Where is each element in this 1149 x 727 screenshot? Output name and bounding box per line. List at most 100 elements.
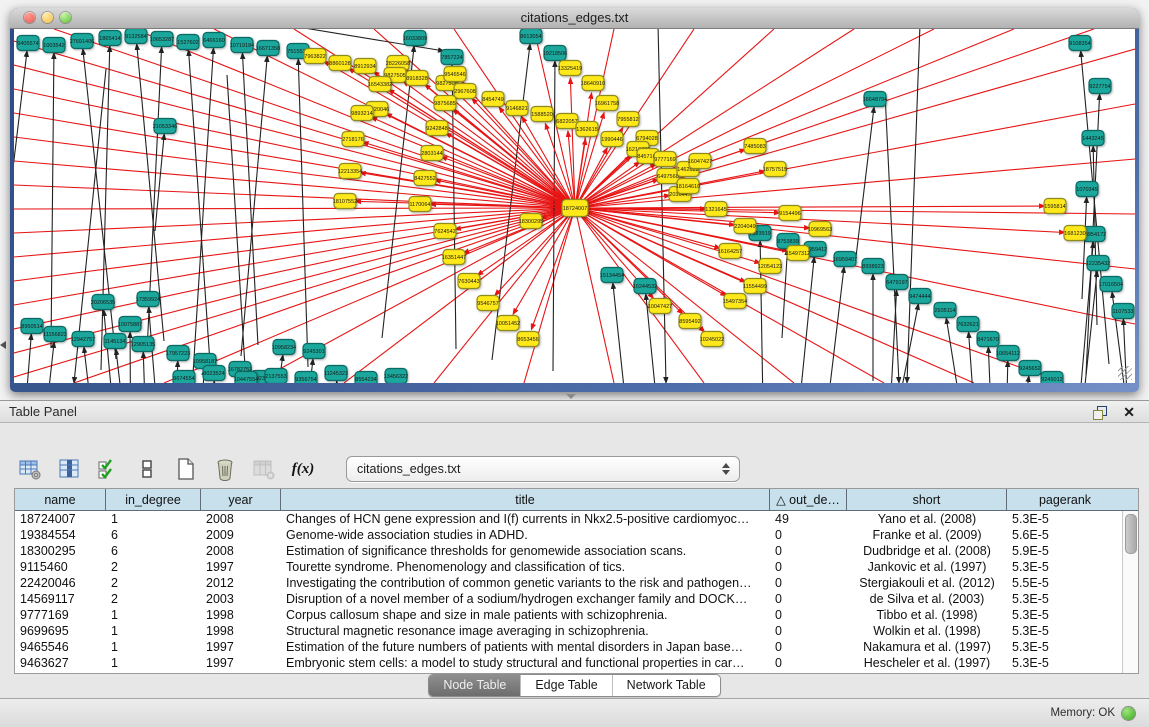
svg-text:12054123: 12054123 [758,264,782,270]
table-row[interactable]: 2242004622012Investigating the contribut… [15,575,1138,591]
table-tab-bar: Node TableEdge TableNetwork Table [0,674,1149,697]
svg-text:15134454: 15134454 [600,273,624,279]
table-mode-icon[interactable] [133,455,161,483]
svg-text:18724007: 18724007 [563,206,587,212]
svg-text:8912934: 8912934 [354,64,375,70]
table-cell: 5.3E-5 [1007,655,1123,671]
table-cell: 5.6E-5 [1007,527,1123,543]
select-rows-checklist-icon[interactable] [94,455,122,483]
split-divider-handle[interactable] [566,394,576,399]
svg-text:8938923: 8938923 [862,264,883,270]
table-row[interactable]: 969969511998Structural magnetic resonanc… [15,623,1138,639]
svg-text:8595492: 8595492 [679,319,700,325]
node-table: namein_degreeyeartitle△ out_de…shortpage… [14,488,1139,674]
svg-text:17359924: 17359924 [136,297,160,303]
table-row[interactable]: 1456911722003Disruption of a novel membe… [15,591,1138,607]
network-window-titlebar[interactable]: citations_edges.txt [10,8,1139,29]
vertical-scrollbar[interactable] [1122,511,1138,673]
table-row[interactable]: 946362711997Embryonic stem cells: a mode… [15,655,1138,671]
select-columns-icon[interactable] [55,455,83,483]
delete-rows-trash-icon[interactable] [211,455,239,483]
table-row[interactable]: 1938455462009Genome-wide association stu… [15,527,1138,543]
svg-text:7632621: 7632621 [957,322,978,328]
close-panel-icon[interactable]: ✕ [1123,405,1135,419]
svg-text:7624542: 7624542 [434,229,455,235]
table-cell: Changes of HCN gene expression and I(f) … [281,511,770,527]
svg-text:28226058: 28226058 [386,61,410,67]
svg-text:10653287: 10653287 [150,37,174,43]
table-cell: 2009 [201,527,281,543]
svg-text:6466160: 6466160 [203,38,224,44]
network-canvas[interactable]: 9405574100354227691406186541491325841065… [14,29,1135,383]
svg-text:20206535: 20206535 [91,300,115,306]
svg-text:7857224: 7857224 [441,55,462,61]
table-row[interactable]: 977716911998Corpus callosum shape and si… [15,607,1138,623]
table-cell: 22420046 [15,575,106,591]
column-header-out_de[interactable]: △ out_de… [770,489,847,510]
column-header-title[interactable]: title [281,489,770,510]
table-cell: Jankovic et al. (1997) [847,559,1007,575]
column-settings-icon[interactable] [16,455,44,483]
table-cell: 5.3E-5 [1007,607,1123,623]
column-header-name[interactable]: name [15,489,106,510]
delete-table-icon[interactable] [250,455,278,483]
svg-text:1990446: 1990446 [601,137,622,143]
panel-title: Table Panel [9,404,77,419]
svg-text:15497354: 15497354 [723,299,747,305]
column-header-year[interactable]: year [201,489,281,510]
svg-text:17016504: 17016504 [1099,282,1123,288]
svg-text:10654112: 10654112 [996,351,1020,357]
table-cell: Tourette syndrome. Phenomenology and cla… [281,559,770,575]
table-cell: 9699695 [15,623,106,639]
table-row[interactable]: 1872400712008Changes of HCN gene express… [15,511,1138,527]
resize-grip-icon[interactable] [1118,366,1132,380]
table-selector-dropdown[interactable]: citations_edges.txt [346,456,740,482]
svg-text:19218506: 19218506 [543,51,567,57]
status-bar: Memory: OK [0,698,1149,727]
new-column-file-icon[interactable] [172,455,200,483]
svg-text:10047427: 10047427 [648,304,672,310]
svg-text:8653456: 8653456 [517,337,538,343]
table-cell: Franke et al. (2009) [847,527,1007,543]
divider-collapse-icon[interactable] [0,341,6,349]
float-panel-icon[interactable] [1093,406,1107,418]
table-cell: 18300295 [15,543,106,559]
svg-text:8918328: 8918328 [406,76,427,82]
table-cell: Hescheler et al. (1997) [847,655,1007,671]
svg-text:9893214: 9893214 [351,111,372,117]
table-cell: 6 [106,527,201,543]
table-cell: 49 [770,511,847,527]
svg-text:16961758: 16961758 [595,101,619,107]
tab-node-table[interactable]: Node Table [429,675,520,696]
tab-edge-table[interactable]: Edge Table [520,675,611,696]
function-builder-icon[interactable]: f(x) [289,455,317,483]
column-header-pagerank[interactable]: pagerank [1007,489,1123,510]
table-row[interactable]: 946554611997Estimation of the future num… [15,639,1138,655]
column-header-short[interactable]: short [847,489,1007,510]
svg-text:10958187: 10958187 [193,359,217,365]
svg-text:1443245: 1443245 [1082,136,1103,142]
table-cell: 2008 [201,543,281,559]
svg-text:12213354: 12213354 [338,169,362,175]
table-cell: 9465546 [15,639,106,655]
svg-text:2967608: 2967608 [454,89,475,95]
table-cell: Investigating the contribution of common… [281,575,770,591]
table-cell: 2008 [201,511,281,527]
svg-text:10244532: 10244532 [633,284,657,290]
table-cell: Stergiakouli et al. (2012) [847,575,1007,591]
table-row[interactable]: 1830029562008Estimation of significance … [15,543,1138,559]
table-cell: de Silva et al. (2003) [847,591,1007,607]
column-header-in_degree[interactable]: in_degree [106,489,201,510]
svg-text:9546546: 9546546 [444,72,465,78]
scrollbar-thumb[interactable] [1125,514,1137,554]
table-cell: Embryonic stem cells: a model to study s… [281,655,770,671]
svg-text:11156823: 11156823 [43,332,67,338]
svg-text:10051452: 10051452 [496,321,520,327]
svg-text:1588520: 1588520 [531,112,552,118]
svg-text:12905135: 12905135 [131,342,155,348]
table-cell: 5.3E-5 [1007,591,1123,607]
svg-text:13325419: 13325419 [558,66,582,72]
tab-network-table[interactable]: Network Table [612,675,720,696]
table-row[interactable]: 911546021997Tourette syndrome. Phenomeno… [15,559,1138,575]
network-graph[interactable]: 9405574100354227691406186541491325841065… [14,29,1135,383]
